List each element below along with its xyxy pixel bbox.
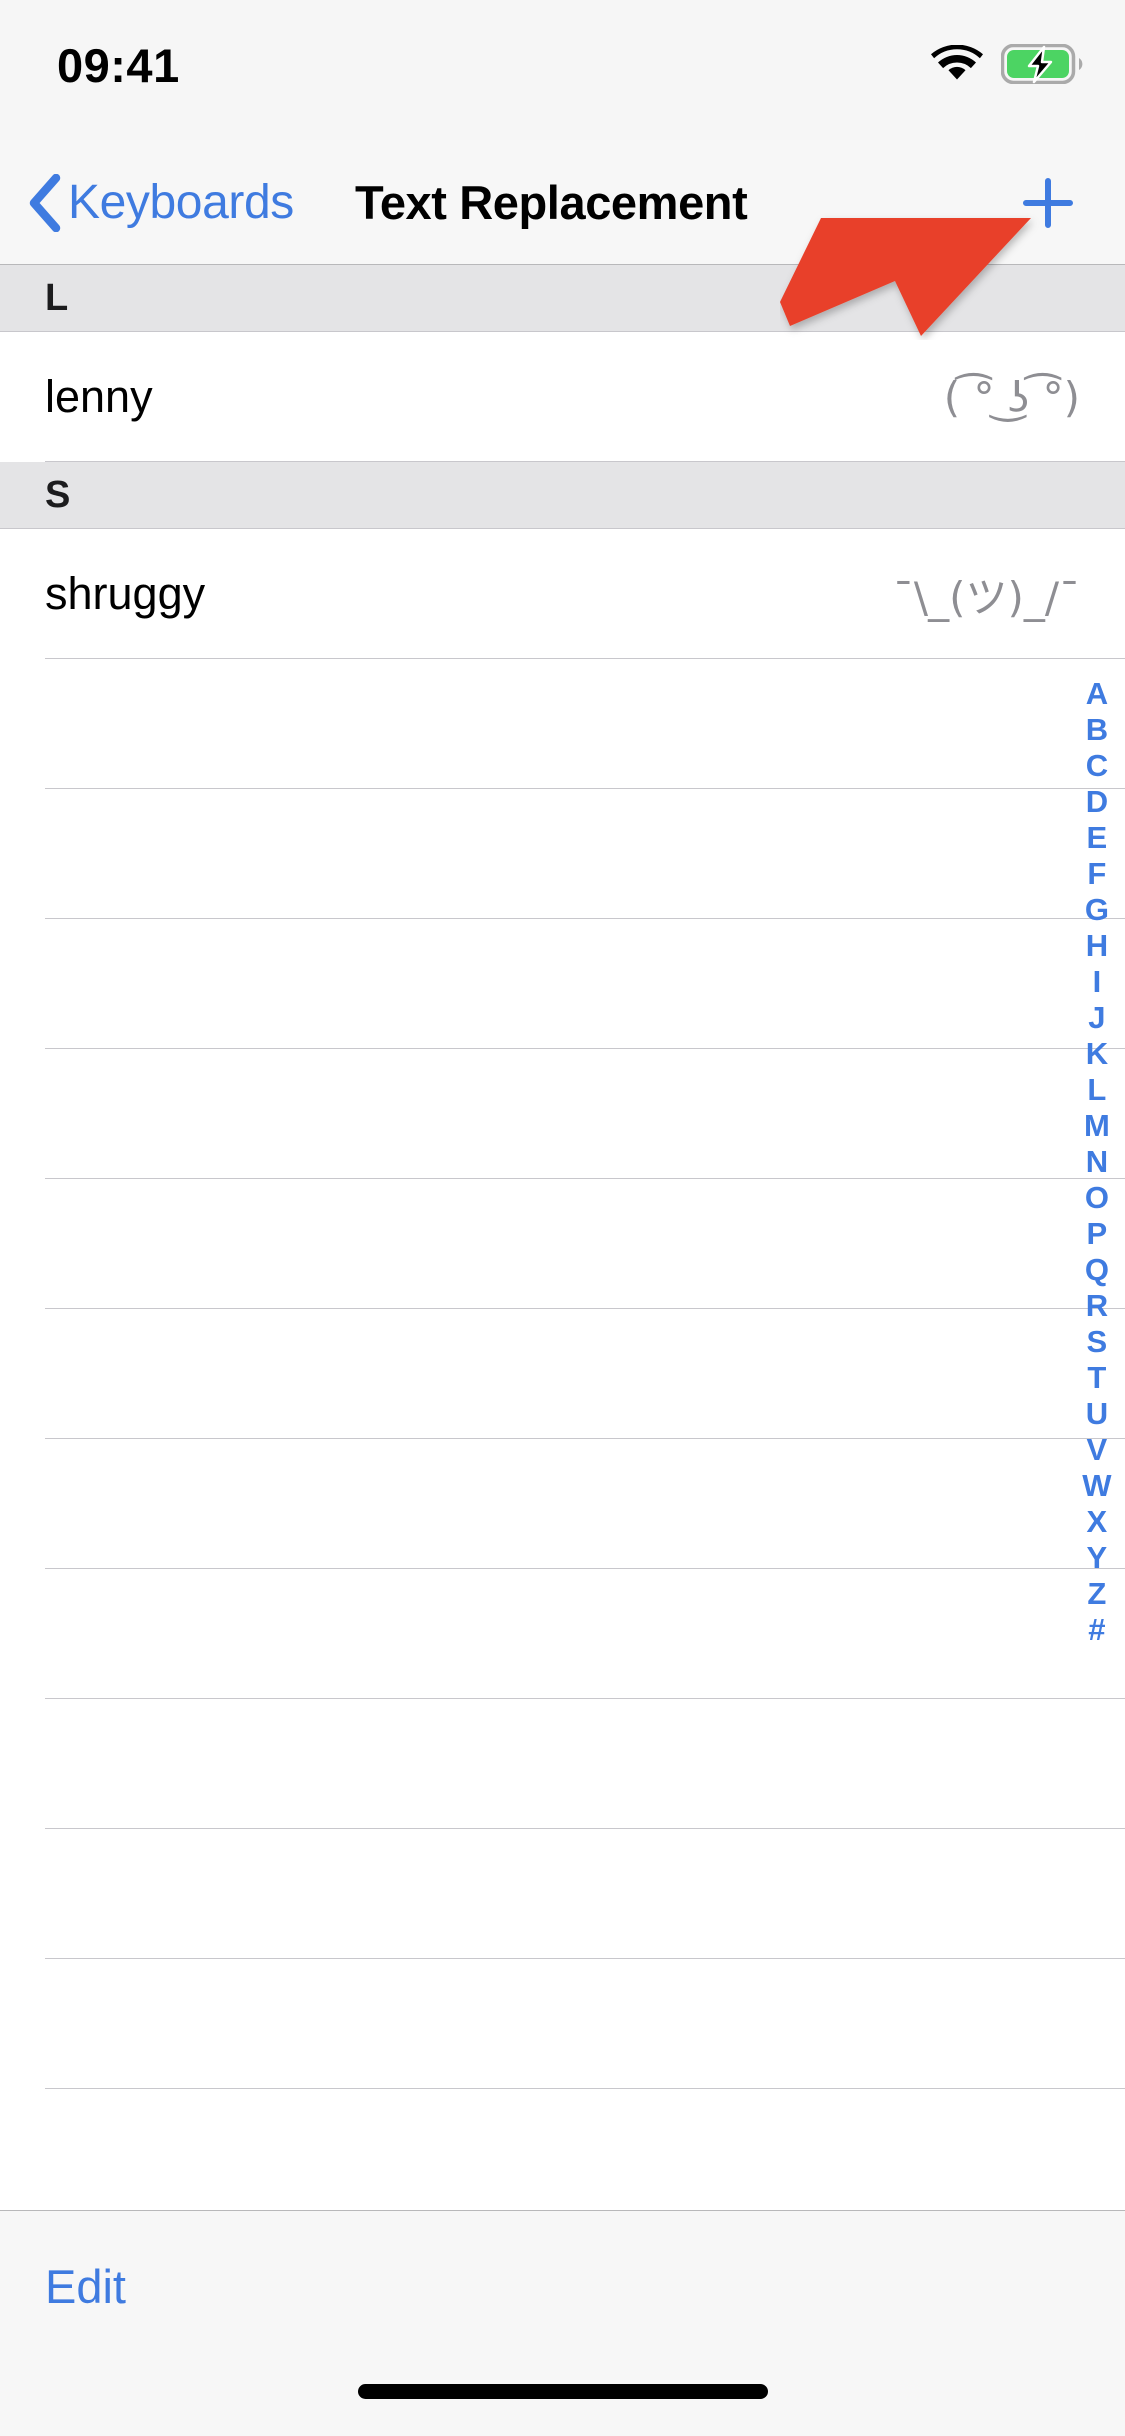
plus-icon [1023, 177, 1073, 228]
edit-button[interactable]: Edit [45, 2259, 126, 2314]
status-bar-indicators [931, 44, 1083, 84]
index-letter-g[interactable]: G [1085, 892, 1109, 928]
home-indicator[interactable] [357, 2384, 768, 2399]
index-letter-d[interactable]: D [1086, 784, 1109, 820]
row-shortcut: shruggy [45, 568, 206, 619]
empty-table-row [0, 1439, 1125, 1569]
index-letter-c[interactable]: C [1086, 748, 1109, 784]
index-letter-u[interactable]: U [1086, 1396, 1109, 1432]
empty-table-row [0, 1569, 1125, 1699]
battery-charging-icon [1001, 44, 1083, 84]
iphone-screen: 09:41 Keyboards Text Replacement L lenny… [0, 0, 1125, 2436]
index-letter-b[interactable]: B [1086, 712, 1109, 748]
text-replacement-list[interactable]: Llenny ( ͡° ͜ʖ ͡°) Sshruggy ¯\_(ツ)_/¯ [0, 265, 1125, 2219]
index-letter-w[interactable]: W [1082, 1468, 1111, 1504]
index-letter-y[interactable]: Y [1087, 1540, 1108, 1576]
back-button-label: Keyboards [68, 176, 294, 229]
empty-table-row [0, 659, 1125, 789]
index-letter-z[interactable]: Z [1087, 1576, 1106, 1612]
alphabet-index-bar[interactable]: A B C D E F G H I J K L M N O P Q R S T U V W X Y Z # [1077, 676, 1117, 1648]
wifi-icon [931, 45, 983, 80]
index-letter-t[interactable]: T [1087, 1360, 1106, 1396]
index-letter-n[interactable]: N [1086, 1144, 1109, 1180]
empty-table-row [0, 919, 1125, 1049]
index-letter-l[interactable]: L [1087, 1072, 1106, 1108]
empty-table-row [0, 1309, 1125, 1439]
back-button[interactable]: Keyboards [28, 140, 294, 265]
navigation-bar: Keyboards Text Replacement [0, 140, 1125, 265]
index-letter-j[interactable]: J [1088, 1000, 1105, 1036]
row-phrase: ( ͡° ͜ʖ ͡°) [943, 372, 1080, 422]
empty-table-row [0, 1959, 1125, 2089]
home-indicator-area [0, 2370, 1125, 2436]
row-shortcut: lenny [45, 371, 153, 422]
status-bar: 09:41 [0, 0, 1125, 140]
index-letter-m[interactable]: M [1084, 1108, 1110, 1144]
chevron-left-icon [29, 173, 61, 232]
table-row[interactable]: lenny ( ͡° ͜ʖ ͡°) [0, 332, 1125, 462]
index-letter-i[interactable]: I [1093, 964, 1102, 1000]
empty-table-row [0, 1829, 1125, 1959]
empty-table-row [0, 2089, 1125, 2219]
index-letter-f[interactable]: F [1087, 856, 1106, 892]
section-header: L [0, 265, 1125, 332]
empty-table-row [0, 789, 1125, 919]
index-letter-h[interactable]: H [1086, 928, 1109, 964]
page-title: Text Replacement [355, 176, 748, 229]
empty-table-row [0, 1699, 1125, 1829]
bottom-toolbar: Edit [0, 2210, 1125, 2370]
index-letter-s[interactable]: S [1087, 1324, 1108, 1360]
index-letter-r[interactable]: R [1086, 1288, 1109, 1324]
index-letter-k[interactable]: K [1086, 1036, 1109, 1072]
index-letter-a[interactable]: A [1086, 676, 1109, 712]
status-bar-clock: 09:41 [57, 39, 180, 92]
index-letter-e[interactable]: E [1087, 820, 1108, 856]
add-button[interactable] [1013, 140, 1083, 265]
index-letter-o[interactable]: O [1085, 1180, 1109, 1216]
index-letter-v[interactable]: V [1087, 1432, 1108, 1468]
row-phrase: ¯\_(ツ)_/¯ [892, 572, 1080, 622]
index-letter-hash[interactable]: # [1088, 1612, 1105, 1648]
index-letter-p[interactable]: P [1087, 1216, 1108, 1252]
table-row[interactable]: shruggy ¯\_(ツ)_/¯ [0, 529, 1125, 659]
empty-table-row [0, 1179, 1125, 1309]
section-header: S [0, 462, 1125, 529]
empty-table-row [0, 1049, 1125, 1179]
index-letter-q[interactable]: Q [1085, 1252, 1109, 1288]
index-letter-x[interactable]: X [1087, 1504, 1108, 1540]
